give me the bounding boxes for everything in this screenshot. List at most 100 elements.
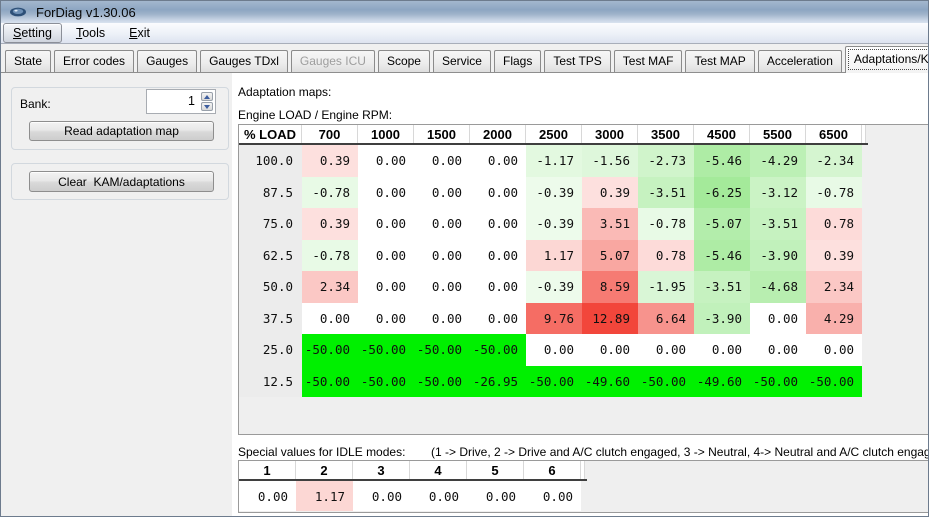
value-cell: -1.95 xyxy=(638,271,694,303)
value-cell: 0.00 xyxy=(470,303,526,335)
value-cell: 0.00 xyxy=(358,208,414,240)
grid-header-cell: 3000 xyxy=(582,125,638,143)
value-cell: 0.39 xyxy=(582,177,638,209)
value-cell: 0.78 xyxy=(638,240,694,272)
load-cell: 62.5 xyxy=(239,240,302,272)
value-cell: 0.00 xyxy=(638,334,694,366)
value-cell: -4.29 xyxy=(750,145,806,177)
value-cell: 6.64 xyxy=(638,303,694,335)
tab-acceleration[interactable]: Acceleration xyxy=(758,50,842,72)
page-content: Bank: 1 Read adaptation map Clear KAM/ad… xyxy=(1,72,928,516)
tab-test-map[interactable]: Test MAP xyxy=(685,50,754,72)
value-cell: -0.78 xyxy=(638,208,694,240)
value-cell: 0.78 xyxy=(806,208,862,240)
bank-spinner-value[interactable]: 1 xyxy=(147,90,199,113)
value-cell: -50.00 xyxy=(638,366,694,398)
menu-item-setting[interactable]: Setting xyxy=(3,23,62,43)
menu-bar: SettingToolsExit xyxy=(1,23,928,44)
tab-state[interactable]: State xyxy=(5,50,51,72)
load-cell: 12.5 xyxy=(239,366,302,398)
value-cell: -50.00 xyxy=(470,334,526,366)
load-cell: 25.0 xyxy=(239,334,302,366)
value-cell: -50.00 xyxy=(302,366,358,398)
value-cell: -4.68 xyxy=(750,271,806,303)
value-cell: 0.00 xyxy=(694,334,750,366)
value-cell: 0.00 xyxy=(239,481,296,511)
value-cell: -49.60 xyxy=(694,366,750,398)
grid-header-row: % LOAD7001000150020002500300035004500550… xyxy=(239,125,868,145)
value-cell: 0.00 xyxy=(526,334,582,366)
value-cell: 1.17 xyxy=(296,481,353,511)
down-arrow-icon xyxy=(204,105,210,109)
value-cell: -3.51 xyxy=(638,177,694,209)
value-cell: -3.12 xyxy=(750,177,806,209)
menu-item-tools[interactable]: Tools xyxy=(66,23,115,43)
value-cell: -1.17 xyxy=(526,145,582,177)
value-cell: -5.46 xyxy=(694,240,750,272)
value-cell: 0.00 xyxy=(750,303,806,335)
value-cell: 0.00 xyxy=(302,303,358,335)
idle-modes-label: Special values for IDLE modes: xyxy=(238,445,405,459)
value-cell: 0.39 xyxy=(302,208,358,240)
value-cell: 0.00 xyxy=(470,177,526,209)
tab-flags[interactable]: Flags xyxy=(494,50,541,72)
value-cell: 0.00 xyxy=(470,271,526,303)
grid-row: 25.0-50.00-50.00-50.00-50.000.000.000.00… xyxy=(239,334,928,366)
value-cell: 0.00 xyxy=(470,240,526,272)
spinner-down-button[interactable] xyxy=(201,102,213,111)
grid-row: 75.00.390.000.000.00-0.393.51-0.78-5.07-… xyxy=(239,208,928,240)
value-cell: 2.34 xyxy=(806,271,862,303)
value-cell: -3.51 xyxy=(750,208,806,240)
tab-error-codes[interactable]: Error codes xyxy=(54,50,134,72)
value-cell: 0.00 xyxy=(358,271,414,303)
read-adaptation-map-button[interactable]: Read adaptation map xyxy=(29,121,214,141)
bank-spinner[interactable]: 1 xyxy=(146,89,216,114)
value-cell: 0.00 xyxy=(470,208,526,240)
value-cell: -50.00 xyxy=(302,334,358,366)
grid-header-cell: 1 xyxy=(239,461,296,479)
value-cell: -0.39 xyxy=(526,177,582,209)
value-cell: 0.00 xyxy=(806,334,862,366)
tab-test-tps[interactable]: Test TPS xyxy=(544,50,610,72)
value-cell: 4.29 xyxy=(806,303,862,335)
value-cell: 0.00 xyxy=(470,145,526,177)
tab-gauges[interactable]: Gauges xyxy=(137,50,197,72)
menu-item-exit[interactable]: Exit xyxy=(119,23,160,43)
value-cell: 0.00 xyxy=(467,481,524,511)
value-cell: -49.60 xyxy=(582,366,638,398)
grid-header-row: 123456 xyxy=(239,461,587,481)
value-cell: -6.25 xyxy=(694,177,750,209)
tab-adaptations-kam[interactable]: Adaptations/KAM xyxy=(845,46,929,73)
grid-row: 100.00.390.000.000.00-1.17-1.56-2.73-5.4… xyxy=(239,145,928,177)
value-cell: -3.90 xyxy=(750,240,806,272)
grid-header-cell: 700 xyxy=(302,125,358,143)
value-cell: -0.39 xyxy=(526,271,582,303)
value-cell: -5.07 xyxy=(694,208,750,240)
value-cell: 0.00 xyxy=(358,303,414,335)
grid-row: 0.001.170.000.000.000.00 xyxy=(239,481,928,511)
tab-test-maf[interactable]: Test MAF xyxy=(614,50,683,72)
grid-header-cell: 6 xyxy=(524,461,581,479)
value-cell: 0.00 xyxy=(358,145,414,177)
load-cell: 37.5 xyxy=(239,303,302,335)
value-cell: -5.46 xyxy=(694,145,750,177)
window-title: ForDiag v1.30.06 xyxy=(36,5,136,20)
spinner-up-button[interactable] xyxy=(201,92,213,101)
title-bar: ForDiag v1.30.06 xyxy=(1,1,928,23)
grid-header-cell: 4 xyxy=(410,461,467,479)
tab-gauges-icu[interactable]: Gauges ICU xyxy=(291,50,375,72)
grid-header-stub xyxy=(862,125,866,143)
tab-gauges-tdxl[interactable]: Gauges TDxl xyxy=(200,50,288,72)
value-cell: 0.39 xyxy=(302,145,358,177)
tab-service[interactable]: Service xyxy=(433,50,491,72)
app-window: ForDiag v1.30.06 SettingToolsExit StateE… xyxy=(0,0,929,517)
value-cell: -50.00 xyxy=(414,334,470,366)
value-cell: -0.78 xyxy=(302,177,358,209)
clear-kam-adaptations-button[interactable]: Clear KAM/adaptations xyxy=(29,171,214,192)
load-cell: 75.0 xyxy=(239,208,302,240)
value-cell: 2.34 xyxy=(302,271,358,303)
value-cell: -50.00 xyxy=(358,366,414,398)
value-cell: 5.07 xyxy=(582,240,638,272)
tab-scope[interactable]: Scope xyxy=(378,50,430,72)
value-cell: -3.90 xyxy=(694,303,750,335)
